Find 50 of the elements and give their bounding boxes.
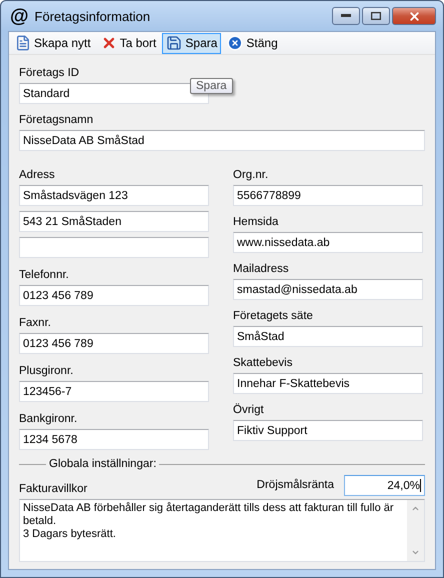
- field-label: Org.nr.: [233, 169, 270, 182]
- text-field[interactable]: Innehar F-Skattebevis: [233, 373, 423, 394]
- field-label: Övrigt: [233, 404, 265, 417]
- toolbar-button[interactable]: Ta bort: [96, 32, 160, 54]
- text-field[interactable]: Småstadsvägen 123: [19, 185, 209, 206]
- toolbar-button[interactable]: Spara: [162, 32, 222, 54]
- text-field[interactable]: 0123 456 789: [19, 333, 209, 354]
- tooltip: Spara: [190, 78, 233, 94]
- text-field[interactable]: www.nissedata.ab: [233, 232, 423, 253]
- toolbar-button[interactable]: Skapa nytt: [11, 32, 95, 54]
- field-label: Företagets säte: [233, 310, 314, 323]
- field-label: Företags ID: [19, 67, 80, 80]
- text-field[interactable]: 123456-7: [19, 381, 209, 402]
- text-field[interactable]: Fiktiv Support: [233, 420, 423, 441]
- text-field[interactable]: SmåStad: [233, 326, 423, 347]
- minimize-icon: [341, 14, 351, 18]
- toolbar-button[interactable]: Stäng: [223, 32, 282, 54]
- text-field[interactable]: 0123 456 789: [19, 285, 209, 306]
- field-label: Skattebevis: [233, 357, 294, 370]
- field-label: Mailadress: [233, 263, 290, 276]
- field-label: Bankgironr.: [19, 413, 78, 426]
- field-label: Företagsnamn: [19, 114, 94, 127]
- scroll-down-icon: [411, 548, 420, 557]
- text-field[interactable]: 543 21 SmåStaden: [19, 211, 209, 232]
- text-field[interactable]: 1234 5678: [19, 429, 209, 450]
- close-icon: [408, 10, 420, 22]
- field-label: Dröjsmålsränta: [256, 479, 334, 492]
- scroll-up-icon: [411, 504, 420, 513]
- text-area[interactable]: NisseData AB förbehåller sig återtaganderätt tills dess att fakturan till fullo är betald. 3 Dagars bytesrätt.: [19, 499, 425, 562]
- field-label: Adress: [19, 169, 56, 182]
- text-field[interactable]: smastad@nissedata.ab: [233, 279, 423, 300]
- app-icon: @: [10, 6, 29, 26]
- close-icon: [227, 35, 244, 51]
- field-label: Telefonnr.: [19, 269, 70, 282]
- scrollbar[interactable]: [407, 500, 424, 561]
- close-button[interactable]: [392, 7, 436, 25]
- text-field[interactable]: 5566778899: [233, 185, 423, 206]
- field-label: Hemsida: [233, 216, 280, 229]
- text-field[interactable]: 24,0%: [344, 475, 425, 496]
- field-label: Faxnr.: [19, 317, 52, 330]
- maximize-icon: [371, 12, 381, 20]
- maximize-button[interactable]: [362, 7, 390, 25]
- group-title: Globala inställningar:: [49, 458, 156, 471]
- window-title: Företagsinformation: [34, 8, 150, 24]
- field-label: Plusgironr.: [19, 365, 74, 378]
- field-label: Fakturavillkor: [19, 483, 88, 496]
- text-field[interactable]: [19, 237, 209, 258]
- minimize-button[interactable]: [332, 7, 360, 25]
- document-icon: [15, 35, 31, 51]
- text-field[interactable]: NisseData AB SmåStad: [19, 130, 425, 151]
